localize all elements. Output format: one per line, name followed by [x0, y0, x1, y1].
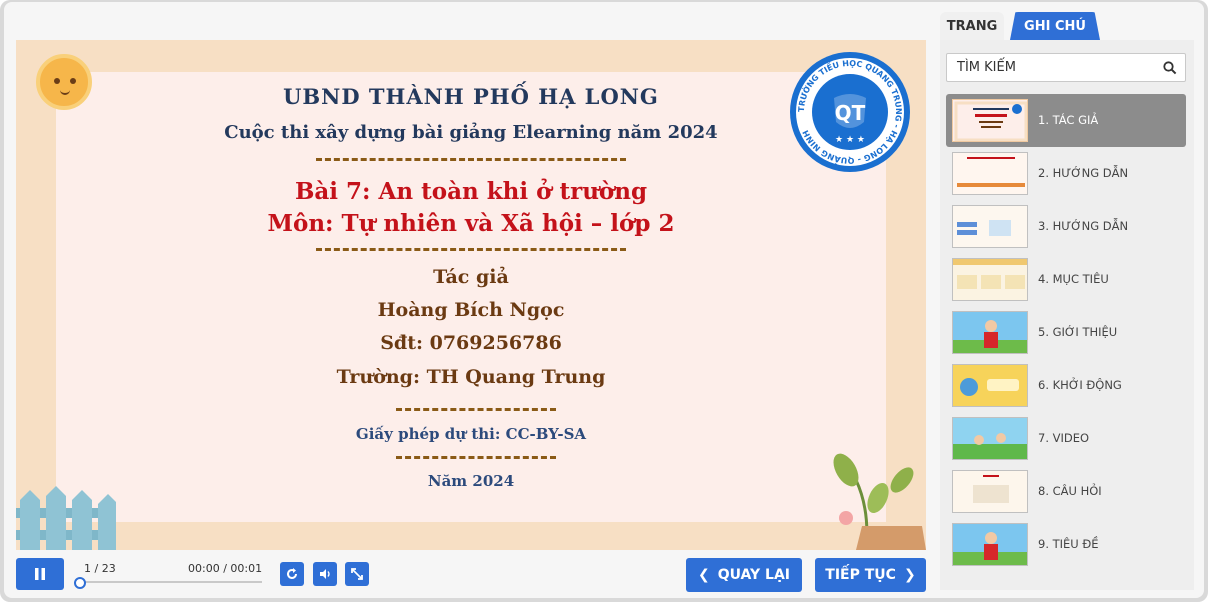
thumbnail-image — [953, 259, 1027, 300]
slide-item-label: 2. HƯỚNG DẪN — [1038, 166, 1129, 180]
pause-button[interactable] — [16, 558, 64, 590]
subject-title: Môn: Tự nhiên và Xã hội – lớp 2 — [267, 210, 675, 237]
thumbnail-image — [953, 206, 1027, 247]
slide-thumbnail — [952, 523, 1028, 566]
slide-thumbnail — [952, 205, 1028, 248]
pause-icon — [35, 568, 45, 580]
thumbnail-image — [953, 524, 1027, 565]
author-school: Trường: TH Quang Trung — [336, 366, 606, 388]
volume-icon — [320, 569, 330, 579]
dashed-divider — [396, 456, 556, 459]
dashed-divider — [316, 158, 626, 161]
progress-handle[interactable] — [74, 577, 86, 589]
plant-decoration — [833, 453, 926, 550]
slide-canvas[interactable]: UBND THÀNH PHỐ HẠ LONG Cuộc thi xây dựng… — [16, 40, 926, 550]
year-text: Năm 2024 — [427, 472, 515, 490]
slide-item-label: 4. MỤC TIÊU — [1038, 272, 1109, 286]
dashed-divider — [316, 248, 626, 251]
slide-item[interactable]: 1. TÁC GIẢ — [946, 94, 1186, 147]
time-readout: 00:00 / 00:01 — [188, 562, 263, 575]
slide-item[interactable]: 5. GIỚI THIỆU — [946, 306, 1186, 359]
slide-list: 1. TÁC GIẢ 2. HƯỚNG DẪN 3. HƯỚNG DẪN 4. … — [946, 94, 1186, 571]
back-button-label: QUAY LẠI — [717, 567, 791, 583]
tab-trang[interactable]: TRANG — [940, 12, 1004, 40]
thumbnail-image — [954, 101, 1027, 141]
next-button-label: TIẾP TỤC — [825, 567, 896, 583]
slide-thumbnail — [952, 364, 1028, 407]
slide-thumbnail — [952, 311, 1028, 354]
slide-item[interactable]: 7. VIDEO — [946, 412, 1186, 465]
school-seal-logo: TRƯỜNG TIỂU HỌC QUANG TRUNG - HẠ LONG - … — [790, 52, 910, 172]
next-button[interactable]: TIẾP TỤC ❯ — [815, 558, 926, 592]
slide-item[interactable]: 9. TIÊU ĐỀ — [946, 518, 1186, 571]
thumbnail-image — [953, 312, 1027, 353]
slide-thumbnail — [952, 258, 1028, 301]
chevron-right-icon: ❯ — [903, 567, 916, 583]
slide-item-label: 6. KHỞI ĐỘNG — [1038, 378, 1122, 392]
slide-item-label: 7. VIDEO — [1038, 431, 1090, 445]
slide-item-label: 1. TÁC GIẢ — [1038, 113, 1099, 127]
chevron-left-icon: ❮ — [697, 567, 710, 583]
progress-track[interactable] — [76, 581, 262, 583]
fullscreen-icon — [351, 568, 363, 580]
license-text: Giấy phép dự thi: CC-BY-SA — [355, 425, 587, 443]
volume-button[interactable] — [313, 562, 337, 586]
slide-thumbnail — [952, 99, 1028, 142]
author-name: Hoàng Bích Ngọc — [377, 299, 565, 321]
slide-item-label: 8. CÂU HỎI — [1038, 484, 1102, 498]
fullscreen-button[interactable] — [345, 562, 369, 586]
slide-thumbnail — [952, 152, 1028, 195]
search-icon[interactable] — [1163, 61, 1177, 75]
replay-icon — [287, 568, 297, 579]
tab-ghi-chu[interactable]: GHI CHÚ — [1010, 12, 1100, 40]
dashed-divider — [396, 408, 556, 411]
slide-thumbnail — [952, 417, 1028, 460]
slide-item-label: 5. GIỚI THIỆU — [1038, 325, 1118, 339]
seal-logo-text: QT — [835, 101, 866, 125]
search-placeholder: TÌM KIẾM — [957, 60, 1016, 75]
thumbnail-image — [953, 418, 1027, 459]
slide-item[interactable]: 3. HƯỚNG DẪN — [946, 200, 1186, 253]
back-button[interactable]: ❮ QUAY LẠI — [686, 558, 802, 592]
author-label: Tác giả — [433, 266, 509, 288]
search-field[interactable]: TÌM KIẾM — [946, 53, 1186, 82]
thumbnail-image — [953, 153, 1027, 194]
slide-item[interactable]: 8. CÂU HỎI — [946, 465, 1186, 518]
thumbnail-image — [953, 471, 1027, 512]
slide-thumbnail — [952, 470, 1028, 513]
author-phone: Sđt: 0769256786 — [380, 332, 562, 354]
slide-item-label: 3. HƯỚNG DẪN — [1038, 219, 1129, 233]
page-counter: 1 / 23 — [84, 562, 116, 575]
thumbnail-image — [953, 365, 1027, 406]
lesson-title: Bài 7: An toàn khi ở trường — [294, 178, 648, 205]
slide-item[interactable]: 6. KHỞI ĐỘNG — [946, 359, 1186, 412]
fence-decoration — [16, 486, 116, 550]
slide-item-label: 9. TIÊU ĐỀ — [1038, 537, 1099, 551]
replay-button[interactable] — [280, 562, 304, 586]
svg-text:★ ★ ★: ★ ★ ★ — [835, 135, 865, 145]
slide-item[interactable]: 4. MỤC TIÊU — [946, 253, 1186, 306]
slide-item[interactable]: 2. HƯỚNG DẪN — [946, 147, 1186, 200]
